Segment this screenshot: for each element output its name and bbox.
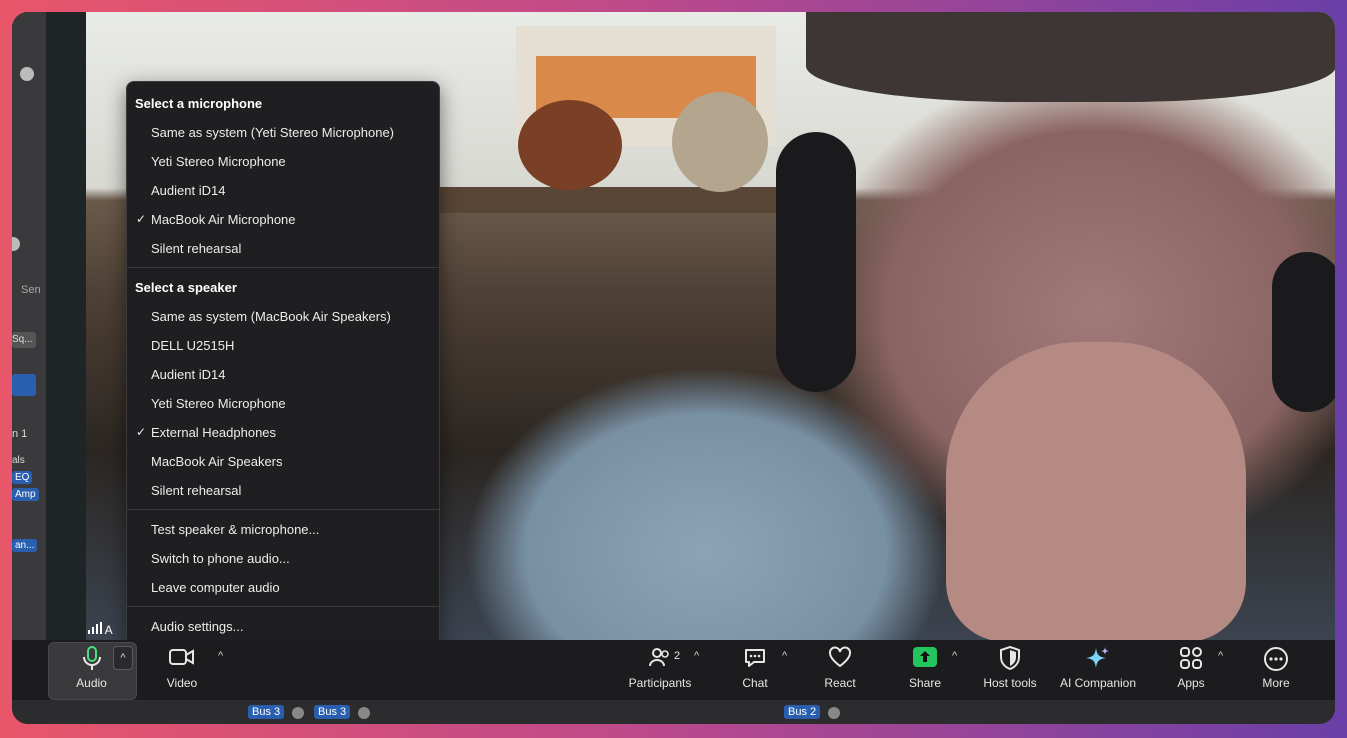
daw-eq-chip[interactable]: EQ bbox=[12, 471, 33, 484]
zoom-window: Sen Sq... n 1 als EQ Amp an... A Select … bbox=[12, 12, 1335, 724]
audio-signal-indicator: A bbox=[88, 622, 113, 637]
ai-companion-button[interactable]: AI Companion bbox=[1052, 640, 1144, 700]
menu-item-label: Same as system (Yeti Stereo Microphone) bbox=[151, 125, 395, 140]
menu-separator bbox=[127, 267, 439, 268]
daw-input-label: n 1 bbox=[12, 428, 28, 440]
menu-item-label: Yeti Stereo Microphone bbox=[151, 396, 286, 411]
participants-button[interactable]: 2 Participants ^ bbox=[612, 640, 708, 700]
chat-options-caret[interactable]: ^ bbox=[782, 650, 787, 662]
daw-amp-chip[interactable]: Amp bbox=[12, 488, 39, 501]
video-camera-icon bbox=[169, 646, 195, 673]
menu-item-label: Yeti Stereo Microphone bbox=[151, 154, 286, 169]
checkmark-icon: ✓ bbox=[136, 425, 147, 439]
apps-icon bbox=[1179, 646, 1203, 675]
react-label: React bbox=[824, 676, 856, 690]
video-label: Video bbox=[166, 676, 198, 690]
chat-label: Chat bbox=[742, 676, 768, 690]
menu-item-label: Same as system (MacBook Air Speakers) bbox=[151, 309, 391, 324]
more-options-icon bbox=[1263, 646, 1289, 677]
daw-knob[interactable] bbox=[20, 67, 34, 81]
share-options-caret[interactable]: ^ bbox=[952, 650, 957, 662]
mic-section-header: Select a microphone bbox=[135, 96, 263, 111]
participant-hair bbox=[806, 12, 1335, 102]
menu-item-label: Leave computer audio bbox=[151, 580, 280, 595]
chat-button[interactable]: Chat ^ bbox=[726, 640, 787, 700]
daw-send-label: Sen bbox=[21, 284, 41, 296]
daw-sq-box[interactable]: Sq... bbox=[12, 332, 36, 348]
daw-an-chip[interactable]: an... bbox=[12, 539, 38, 552]
ai-companion-label: AI Companion bbox=[1059, 676, 1137, 690]
checkmark-icon: ✓ bbox=[136, 212, 147, 226]
daw-mixer-strip: Bus 3 Bus 3 Bus 2 bbox=[12, 700, 1335, 724]
menu-item-label: Silent rehearsal bbox=[151, 483, 242, 498]
speaker-section-header: Select a speaker bbox=[135, 280, 237, 295]
mixer-knob[interactable] bbox=[358, 707, 370, 719]
more-button[interactable]: More bbox=[1250, 640, 1302, 700]
react-button[interactable]: React bbox=[810, 640, 870, 700]
mixer-knob[interactable] bbox=[292, 707, 304, 719]
participant-hand bbox=[946, 342, 1246, 640]
audio-button[interactable]: Audio ^ bbox=[46, 640, 138, 700]
daw-channel-strip: Sen Sq... n 1 als EQ Amp an... bbox=[12, 12, 47, 640]
menu-item-label: MacBook Air Speakers bbox=[151, 454, 283, 469]
bus-chip[interactable]: Bus 2 bbox=[784, 705, 821, 719]
host-tools-label: Host tools bbox=[983, 676, 1037, 690]
ceramic-bowl bbox=[672, 92, 768, 192]
participants-label: Participants bbox=[628, 676, 692, 690]
menu-separator bbox=[127, 606, 439, 607]
signal-suffix: A bbox=[104, 623, 113, 637]
video-button[interactable]: Video ^ bbox=[156, 640, 230, 700]
menu-separator bbox=[127, 509, 439, 510]
microphone-icon bbox=[82, 646, 102, 677]
apps-options-caret[interactable]: ^ bbox=[1218, 650, 1223, 662]
heart-icon bbox=[828, 646, 852, 673]
daw-dark-panel bbox=[46, 12, 86, 640]
menu-item-label: Audient iD14 bbox=[151, 183, 226, 198]
menu-item-label: Test speaker & microphone... bbox=[151, 522, 320, 537]
mixer-knob[interactable] bbox=[828, 707, 840, 719]
daw-fader-knob[interactable] bbox=[12, 237, 20, 251]
participants-options-caret[interactable]: ^ bbox=[694, 650, 699, 662]
daw-eq-curve[interactable] bbox=[12, 374, 36, 396]
menu-item-label: Switch to phone audio... bbox=[151, 551, 290, 566]
apps-label: Apps bbox=[1177, 676, 1205, 690]
menu-item-label: MacBook Air Microphone bbox=[151, 212, 296, 227]
bus-chip[interactable]: Bus 3 bbox=[314, 705, 351, 719]
chevron-up-icon: ^ bbox=[120, 652, 126, 664]
menu-item-label: DELL U2515H bbox=[151, 338, 235, 353]
meeting-toolbar: Audio ^ Video ^ 2 Participants ^ Chat ^ … bbox=[46, 640, 1335, 700]
share-label: Share bbox=[908, 676, 942, 690]
headphone-left bbox=[776, 132, 856, 392]
daw-sq-label: Sq... bbox=[12, 334, 33, 345]
audio-label: Audio bbox=[76, 676, 107, 690]
chat-bubble-icon bbox=[743, 646, 767, 675]
more-label: More bbox=[1262, 676, 1290, 690]
menu-item-label: Audio settings... bbox=[151, 619, 244, 634]
participants-icon bbox=[649, 646, 671, 673]
sparkle-icon bbox=[1085, 646, 1111, 677]
apps-button[interactable]: Apps ^ bbox=[1166, 640, 1223, 700]
audio-device-menu: Select a microphone Same as system (Yeti… bbox=[126, 81, 440, 649]
menu-item-label: Audient iD14 bbox=[151, 367, 226, 382]
bus-chip[interactable]: Bus 3 bbox=[248, 705, 285, 719]
menu-item-label: External Headphones bbox=[151, 425, 277, 440]
menu-item-label: Silent rehearsal bbox=[151, 241, 242, 256]
video-options-caret[interactable]: ^ bbox=[218, 650, 223, 662]
audio-options-caret[interactable]: ^ bbox=[113, 646, 133, 670]
share-button[interactable]: Share ^ bbox=[896, 640, 957, 700]
host-tools-button[interactable]: Host tools bbox=[976, 640, 1044, 700]
share-screen-icon bbox=[912, 646, 938, 673]
signal-bars-icon bbox=[88, 622, 105, 637]
wooden-bowl bbox=[518, 100, 622, 190]
headphone-right bbox=[1272, 252, 1335, 412]
daw-als-label: als bbox=[12, 455, 25, 466]
shield-icon bbox=[1000, 645, 1020, 675]
participants-count: 2 bbox=[674, 650, 681, 662]
